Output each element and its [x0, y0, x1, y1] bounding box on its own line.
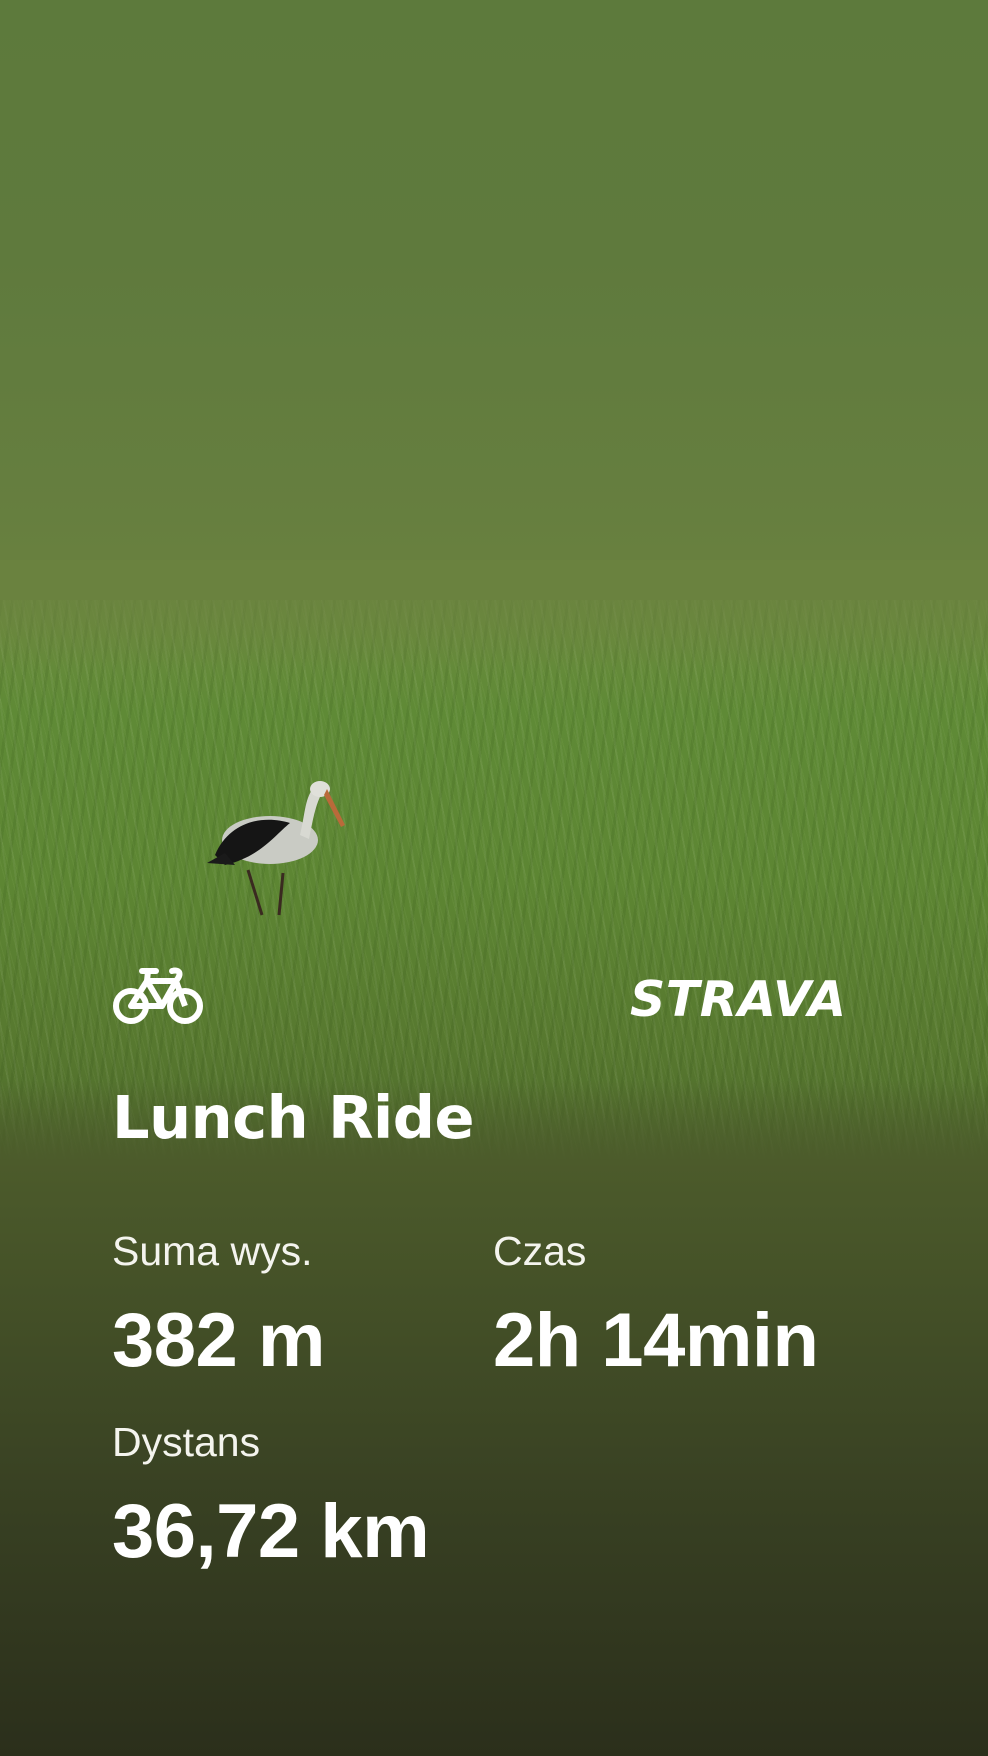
stat-elevation-label: Suma wys.	[112, 1228, 313, 1274]
stat-time-label: Czas	[493, 1228, 587, 1274]
stat-elevation-value: 382 m	[112, 1298, 326, 1383]
stat-elevation: Suma wys. 382 m	[112, 1227, 326, 1385]
stat-time: Czas 2h 14min	[493, 1227, 819, 1385]
stat-time-value: 2h 14min	[493, 1298, 819, 1383]
strava-logo: STRAVA	[630, 971, 847, 1028]
activity-card: STRAVA Lunch Ride Suma wys. 382 m Czas 2…	[0, 0, 988, 1756]
bicycle-icon	[113, 967, 203, 1024]
stat-distance-label: Dystans	[112, 1419, 261, 1465]
stat-distance: Dystans 36,72 km	[112, 1418, 430, 1576]
stat-distance-value: 36,72 km	[112, 1489, 430, 1574]
activity-title: Lunch Ride	[112, 1083, 475, 1152]
